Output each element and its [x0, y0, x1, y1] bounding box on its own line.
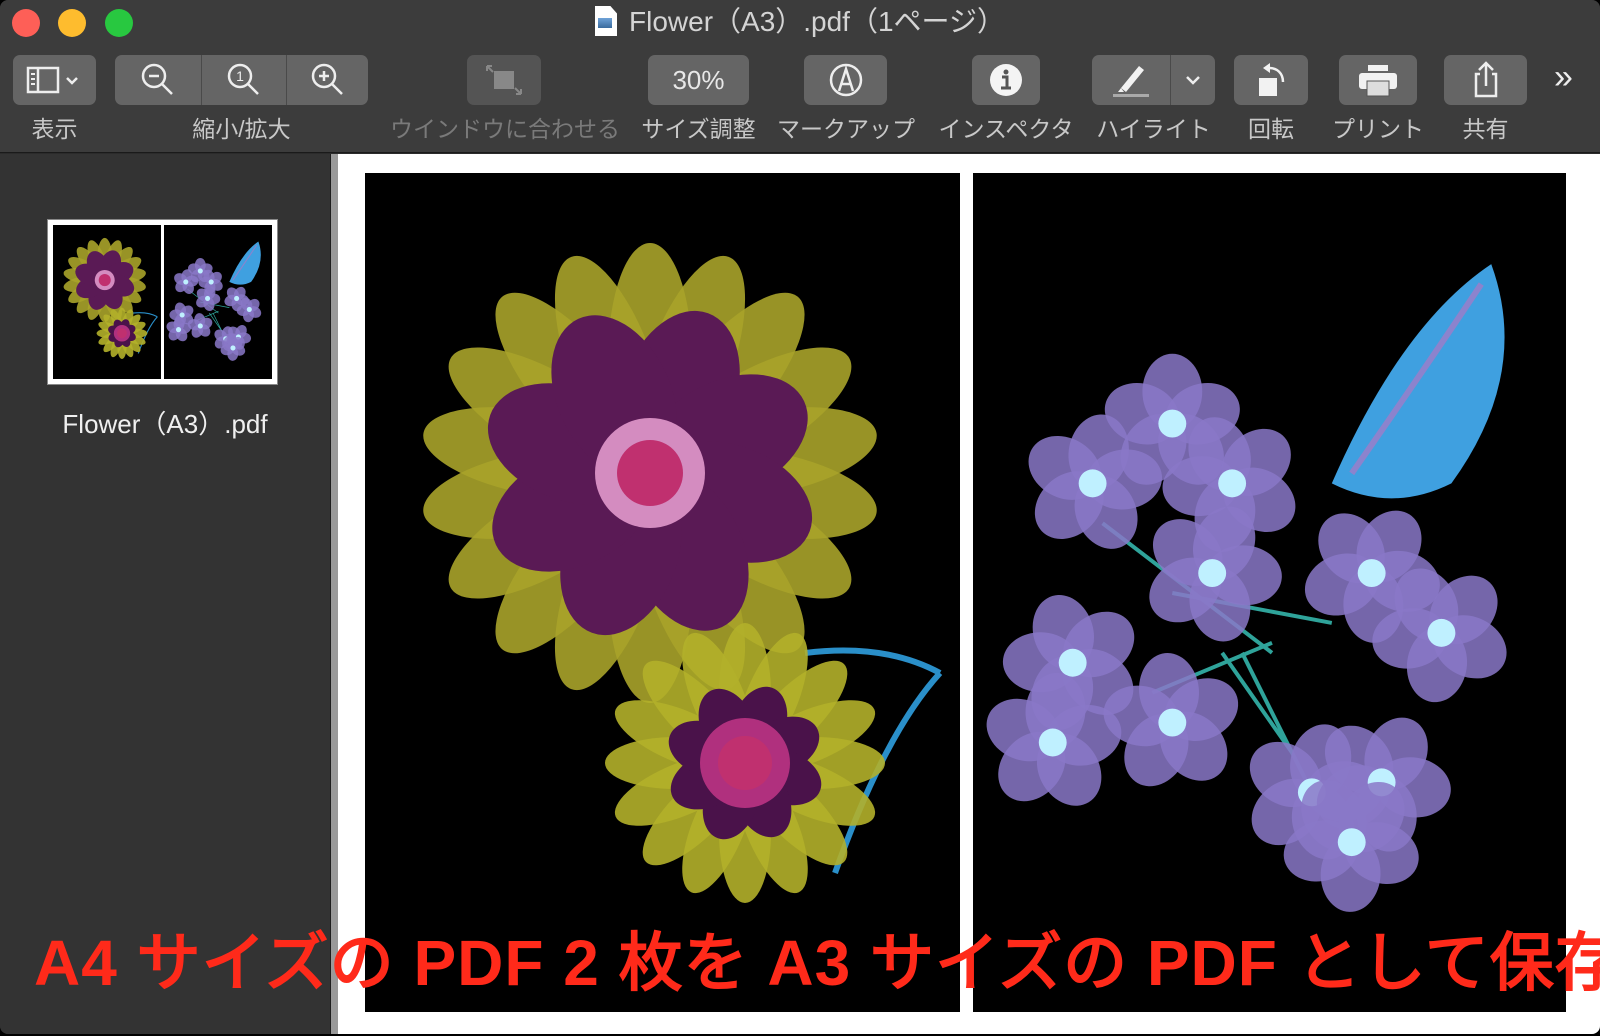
rotate-icon: [1259, 63, 1285, 96]
toolbar-overflow-button[interactable]: »: [1554, 58, 1573, 97]
rotate-label: 回転: [1248, 116, 1294, 142]
zoom-in-button[interactable]: [286, 55, 368, 105]
fit-label: ウインドウに合わせる: [390, 116, 620, 142]
page-thumbnail[interactable]: [47, 219, 278, 385]
thumbnail-label: Flower（A3）.pdf: [62, 409, 268, 439]
thumbnail-blossom-image: [166, 241, 262, 361]
view-menu-button[interactable]: [13, 55, 96, 105]
info-icon: [990, 64, 1022, 96]
page-right: [973, 173, 1566, 1012]
rotate-button[interactable]: [1234, 55, 1308, 105]
preview-window: Flower（A3）.pdf（1ページ） 表示 1 縮小/拡大 ウインドウに合わ…: [0, 0, 1600, 1034]
fit-window-icon: [486, 65, 522, 95]
overlay-caption: A4 サイズの PDF 2 枚を A3 サイズの PDF として保存: [34, 927, 1600, 999]
daisy-flower-image: [423, 243, 943, 903]
highlight-label: ハイライト: [1096, 116, 1211, 142]
actual-size-button[interactable]: 1: [201, 55, 286, 105]
chevron-down-icon: [65, 77, 78, 85]
blossom-flower-image: [986, 264, 1507, 912]
markup-label: マークアップ: [777, 116, 915, 142]
highlighter-icon: [1113, 66, 1149, 97]
actual-size-icon: 1: [227, 63, 259, 95]
svg-text:1: 1: [236, 68, 244, 84]
print-button[interactable]: [1339, 55, 1417, 105]
inspector-label: インスペクタ: [938, 116, 1074, 142]
share-button[interactable]: [1444, 55, 1527, 105]
zoom-out-button[interactable]: [115, 55, 201, 105]
sidebar-divider[interactable]: [330, 154, 338, 1034]
highlight-button[interactable]: [1092, 55, 1170, 105]
print-label: プリント: [1332, 116, 1424, 142]
markup-button[interactable]: [804, 55, 887, 105]
inspector-button[interactable]: [972, 55, 1040, 105]
pdf-document-icon: [595, 6, 617, 36]
chevron-down-icon: [1186, 76, 1200, 85]
window-title-text: Flower（A3）.pdf（1ページ）: [629, 6, 1005, 37]
zoom-percent: 30%: [672, 64, 725, 95]
zoom-out-icon: [141, 63, 173, 95]
zoom-label: 縮小/拡大: [192, 116, 291, 142]
share-icon: [1474, 61, 1497, 98]
share-label: 共有: [1462, 116, 1509, 142]
markup-pen-icon: [829, 63, 862, 97]
sidebar-icon: [26, 66, 78, 94]
highlight-options-button[interactable]: [1170, 55, 1215, 105]
view-label: 表示: [31, 116, 78, 142]
size-label: サイズ調整: [641, 116, 756, 142]
page-left: [365, 173, 960, 1012]
printer-icon: [1359, 65, 1397, 97]
size-adjust-button[interactable]: 30%: [648, 55, 749, 105]
titlebar-toolbar: Flower（A3）.pdf（1ページ） 表示 1 縮小/拡大 ウインドウに合わ…: [0, 0, 1600, 153]
thumbnail-daisy-image: [63, 237, 158, 359]
zoom-in-icon: [311, 63, 343, 95]
window-title: Flower（A3）.pdf（1ページ）: [0, 4, 1600, 40]
fit-to-window-button[interactable]: [467, 55, 541, 105]
